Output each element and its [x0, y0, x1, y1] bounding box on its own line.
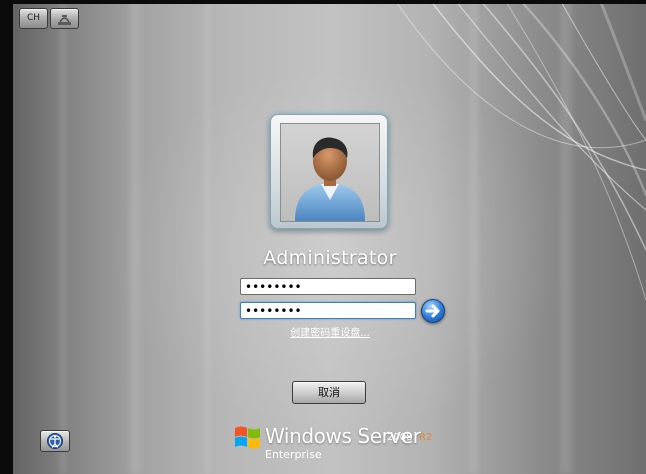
windows-server-branding: Windows Server 2008 R2 Enterprise — [233, 418, 473, 466]
background-streak — [60, 0, 66, 474]
language-label: CH — [26, 13, 41, 23]
user-avatar-icon — [295, 137, 365, 221]
background-streak — [130, 0, 140, 474]
user-tile[interactable] — [270, 114, 388, 229]
ease-of-access-icon — [58, 15, 71, 25]
password-input[interactable] — [240, 278, 416, 295]
language-button[interactable]: CH — [19, 8, 48, 29]
arrow-right-icon — [425, 304, 440, 318]
product-release: R2 — [419, 432, 433, 443]
ease-of-access-icon — [47, 433, 63, 449]
product-edition: Enterprise — [265, 448, 322, 461]
left-frame — [0, 0, 13, 474]
submit-button[interactable] — [421, 299, 445, 323]
windows-flag-icon — [235, 426, 260, 449]
ease-of-access-button[interactable] — [40, 430, 70, 452]
logon-screen: CH Administrator •••••••• •••••••• 创建密码重… — [0, 0, 646, 474]
background-streak — [560, 0, 572, 474]
ease-of-access-button[interactable] — [50, 8, 79, 29]
top-frame — [0, 0, 646, 4]
cancel-button[interactable]: 取消 — [292, 381, 366, 404]
reset-password-disk-link[interactable]: 创建密码重设盘... — [220, 324, 440, 339]
background-streak — [205, 0, 210, 474]
product-version: 2008 — [387, 432, 413, 443]
confirm-password-input[interactable] — [240, 302, 416, 319]
user-picture — [280, 123, 380, 222]
background-streak — [470, 0, 478, 474]
username-label: Administrator — [263, 247, 397, 269]
